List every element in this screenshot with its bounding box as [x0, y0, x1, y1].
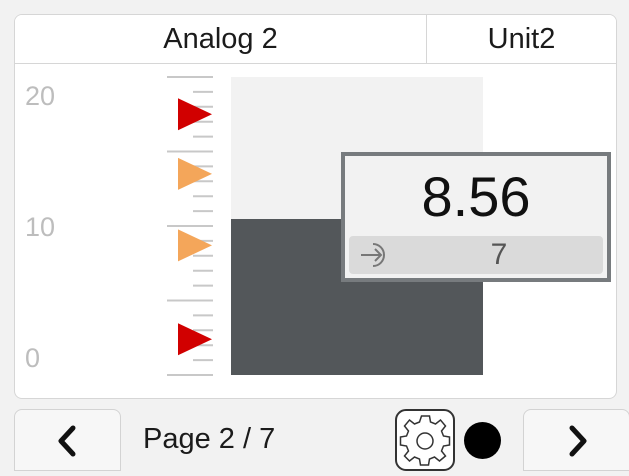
bar-gauge: 20 10 0 8.56 7: [15, 64, 616, 398]
footer-bar: Page 2 / 7: [0, 409, 629, 471]
setpoint-row: 7: [349, 236, 603, 274]
channel-header: Analog 2 Unit2: [15, 15, 616, 64]
chevron-left-icon: [58, 425, 76, 457]
next-page-button[interactable]: [523, 409, 629, 471]
gear-icon: [395, 409, 455, 471]
prev-page-button[interactable]: [14, 409, 121, 471]
alarm-marker-low-low: [178, 323, 212, 356]
reading-box: 8.56 7: [341, 152, 611, 282]
alarm-marker-high: [178, 157, 212, 190]
chevron-right-icon: [569, 425, 587, 457]
page-indicator: Page 2 / 7: [143, 423, 276, 455]
reading-value: 8.56: [421, 165, 531, 228]
settings-button[interactable]: [395, 409, 455, 471]
alarm-marker-high-high: [178, 98, 212, 131]
channel-name: Analog 2: [163, 23, 278, 55]
scale-ticks: [167, 76, 213, 376]
setpoint-value: 7: [490, 238, 508, 271]
status-dot-icon: [464, 422, 501, 459]
channel-unit: Unit2: [487, 23, 556, 55]
arrow-into-circle-icon: [361, 243, 385, 267]
channel-card: Analog 2 Unit2 20 10 0 8.56 7: [14, 14, 617, 399]
